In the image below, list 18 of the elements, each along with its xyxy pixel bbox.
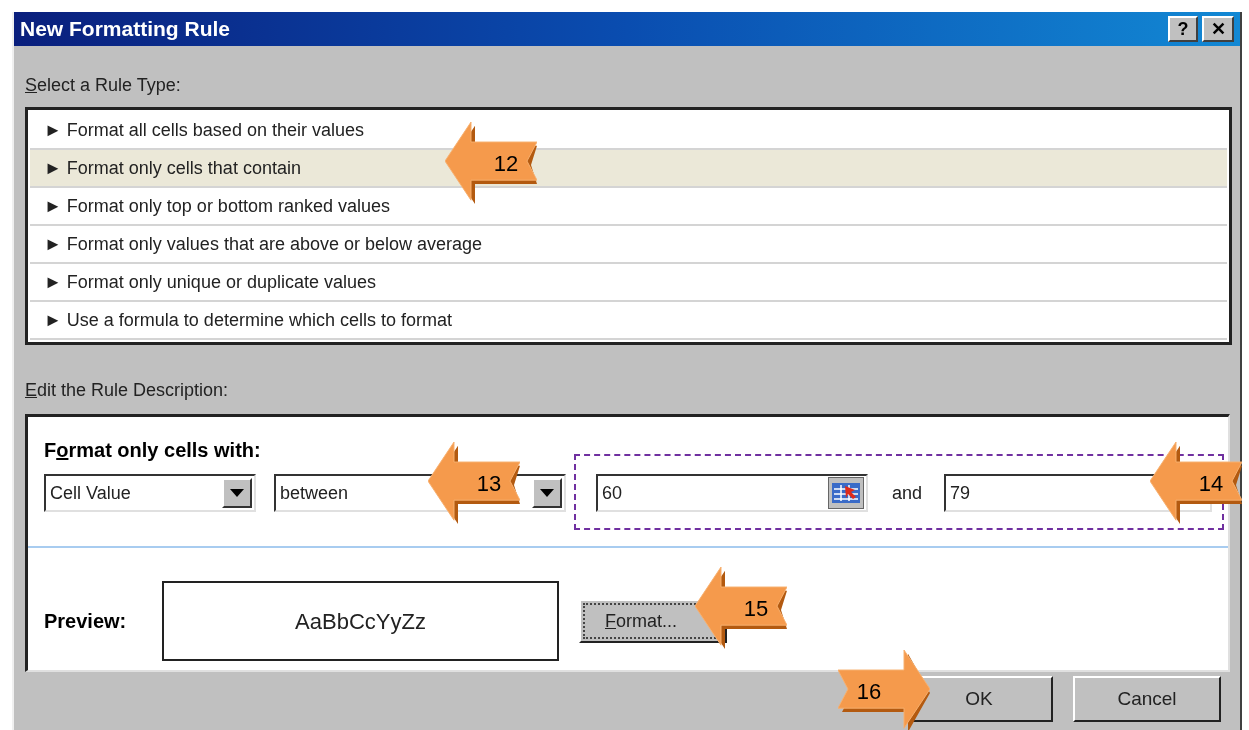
callout-tooltip: 13 <box>428 442 520 524</box>
preview-label: Preview: <box>44 609 128 634</box>
callout-tooltip: 12 <box>445 122 537 204</box>
dropdown[interactable]: Cell Value <box>44 474 256 512</box>
callout-tooltip: 16 <box>838 650 930 730</box>
range-select-icon[interactable] <box>828 477 864 509</box>
section-heading: Format only cells with: <box>44 438 261 463</box>
section-label: Edit the Rule Description: <box>25 379 229 402</box>
callout-tooltip: 14 <box>1150 442 1242 524</box>
conjunction-label: and <box>892 481 923 505</box>
input-field[interactable]: 60 <box>596 474 868 512</box>
callout-tooltip: 15 <box>695 567 787 649</box>
preview-sample: AaBbCcYyZz <box>162 581 559 661</box>
section-label: Select a Rule Type: <box>25 74 181 97</box>
window-title: New Formatting Rule <box>20 16 230 43</box>
close-button[interactable]: ✕ <box>1202 16 1234 42</box>
cancel-button[interactable]: Cancel <box>1073 676 1221 722</box>
help-button[interactable]: ? <box>1168 16 1198 42</box>
